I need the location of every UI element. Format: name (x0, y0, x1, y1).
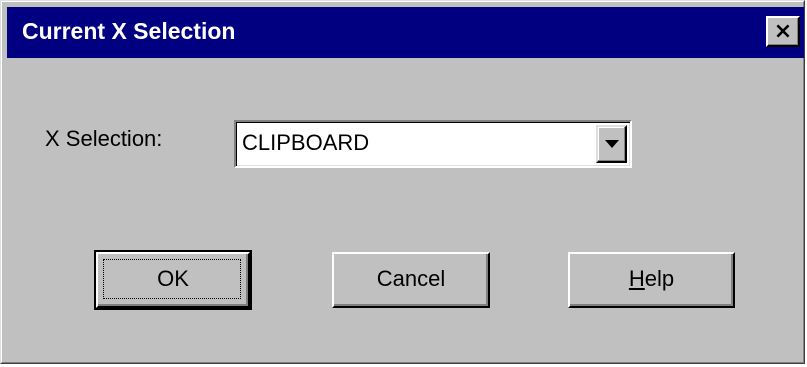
cancel-button-label: Cancel (376, 266, 446, 291)
help-button[interactable]: Help (568, 252, 735, 308)
ok-button-label: OK (157, 266, 189, 291)
title-bar[interactable]: Current X Selection × (7, 7, 804, 58)
close-icon: × (773, 19, 793, 44)
close-button[interactable]: × (766, 16, 800, 47)
dropdown-button[interactable] (596, 125, 627, 163)
window-title: Current X Selection (22, 18, 236, 44)
ok-button[interactable]: OK (94, 250, 252, 310)
help-label-rest: elp (644, 266, 675, 291)
dialog-window: Current X Selection × X Selection: CLIPB… (0, 0, 805, 364)
cancel-button[interactable]: Cancel (332, 252, 490, 308)
x-selection-label: X Selection: (45, 126, 163, 151)
help-button-label: Help (570, 254, 733, 306)
dialog-frame: Current X Selection × X Selection: CLIPB… (1, 1, 804, 363)
x-selection-value: CLIPBOARD (242, 130, 370, 155)
chevron-down-icon (605, 140, 619, 148)
help-mnemonic: H (628, 266, 645, 291)
x-selection-dropdown[interactable]: CLIPBOARD (234, 120, 632, 168)
